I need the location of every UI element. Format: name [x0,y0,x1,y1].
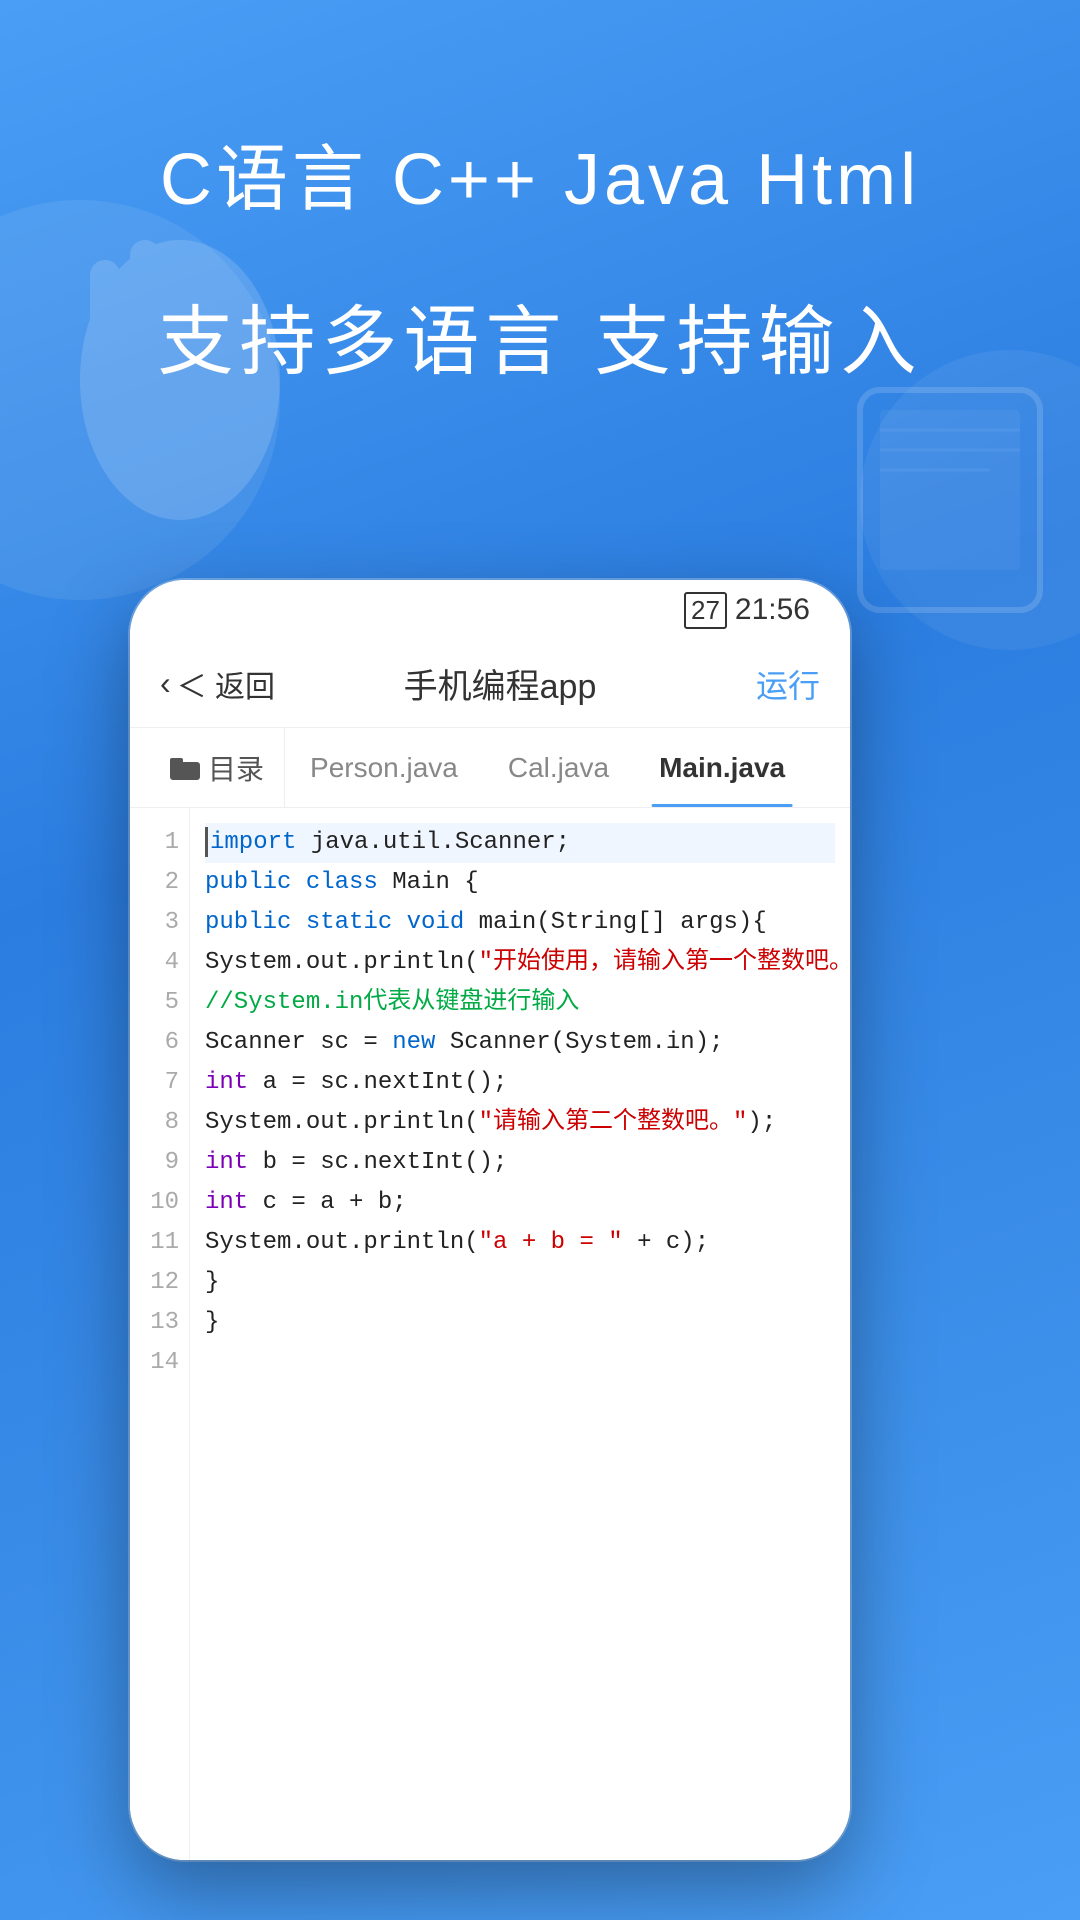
code-line-8: System.out.println("请输入第二个整数吧。"); [205,1103,835,1143]
line-num-9: 9 [130,1143,189,1183]
line-num-1: 1 [130,823,189,863]
token: public [205,869,291,896]
back-label: ＜ 返回 [177,662,275,706]
token: int [205,1069,248,1096]
token: main(String[] args){ [464,909,766,936]
line-numbers: 1 2 3 4 5 6 7 8 9 10 11 12 13 14 [130,808,190,1860]
token [291,869,305,896]
token: class [306,869,378,896]
token: int [205,1189,248,1216]
code-line-6: Scanner sc = new Scanner(System.in); [205,1023,835,1063]
token: Main { [378,869,479,896]
line-num-14: 14 [130,1343,189,1383]
tab-cal-java-label: Cal.java [508,752,609,784]
line-num-13: 13 [130,1303,189,1343]
hero-title: C语言 C++ Java Html [0,120,1080,225]
token: Scanner(System.in); [435,1029,723,1056]
token: public [205,909,291,936]
token: int [205,1149,248,1176]
phone-mockup: 27 21:56 ‹ ＜ 返回 手机编程app 运行 [130,580,850,1860]
token: c = a + b; [248,1189,406,1216]
folder-label: 目录 [208,748,264,788]
tab-person-java[interactable]: Person.java [285,728,483,807]
code-line-10: int c = a + b; [205,1183,835,1223]
token: java.util.Scanner; [296,829,570,856]
battery-level: 27 [691,595,720,625]
token: void [407,909,465,936]
token: import [210,829,296,856]
token: "开始使用，请输入第一个整数吧。" [479,949,850,976]
token: "a + b = " [479,1229,623,1256]
back-button[interactable]: ‹ ＜ 返回 [160,662,280,706]
code-line-5: //System.in代表从键盘进行输入 [205,983,835,1023]
nav-bar: ‹ ＜ 返回 手机编程app 运行 [130,640,850,728]
token: a = sc.nextInt(); [248,1069,507,1096]
token: new [392,1029,435,1056]
line-num-6: 6 [130,1023,189,1063]
phone-frame: 27 21:56 ‹ ＜ 返回 手机编程app 运行 [130,580,850,1860]
token: System.out.println( [205,949,479,976]
line-num-12: 12 [130,1263,189,1303]
line-num-2: 2 [130,863,189,903]
token: "请输入第二个整数吧。" [479,1109,748,1136]
hero-subtitle: 支持多语言 支持输入 [0,280,1080,390]
code-line-3: public static void main(String[] args){ [205,903,835,943]
folder-icon [170,756,200,780]
line-num-7: 7 [130,1063,189,1103]
line-num-4: 4 [130,943,189,983]
token: b = sc.nextInt(); [248,1149,507,1176]
code-line-12: } [205,1263,835,1303]
token: System.out.println( [205,1109,479,1136]
tab-bar: 目录 Person.java Cal.java Main.java [130,728,850,808]
status-icons: 27 21:56 [684,592,810,629]
code-line-1: import java.util.Scanner; [205,823,835,863]
tab-main-java[interactable]: Main.java [634,728,810,807]
battery-indicator: 27 [684,592,727,629]
token [392,909,406,936]
run-button[interactable]: 运行 [720,661,820,707]
code-line-4: System.out.println("开始使用，请输入第一个整数吧。"); [205,943,835,983]
phone-inner: 27 21:56 ‹ ＜ 返回 手机编程app 运行 [130,580,850,1860]
code-line-9: int b = sc.nextInt(); [205,1143,835,1183]
bg-tablet-decoration [850,380,1050,620]
line-num-11: 11 [130,1223,189,1263]
line-num-10: 10 [130,1183,189,1223]
line-num-8: 8 [130,1103,189,1143]
token: System.out.println( [205,1229,479,1256]
tab-cal-java[interactable]: Cal.java [483,728,634,807]
line-num-3: 3 [130,903,189,943]
code-line-13: } [205,1303,835,1343]
clock: 21:56 [735,593,810,627]
back-chevron-icon: ‹ [160,665,171,702]
code-line-7: int a = sc.nextInt(); [205,1063,835,1103]
cursor [205,827,208,857]
token: ); [747,1109,776,1136]
token: Scanner sc = [205,1029,392,1056]
tab-main-java-label: Main.java [659,752,785,784]
code-line-11: System.out.println("a + b = " + c); [205,1223,835,1263]
code-line-2: public class Main { [205,863,835,903]
token: + c); [623,1229,709,1256]
token: } [205,1269,219,1296]
token: } [205,1309,219,1336]
line-num-5: 5 [130,983,189,1023]
code-editor: 1 2 3 4 5 6 7 8 9 10 11 12 13 14 [130,808,850,1860]
tab-folder[interactable]: 目录 [150,728,285,807]
bg-circle-right [860,350,1080,650]
code-content[interactable]: import java.util.Scanner; public class M… [190,808,850,1860]
nav-title: 手机编程app [280,659,720,708]
code-line-14 [205,1343,835,1383]
token [291,909,305,936]
status-bar: 27 21:56 [130,580,850,640]
bg-circle-left [0,200,280,600]
token: //System.in代表从键盘进行输入 [205,989,579,1016]
tab-person-java-label: Person.java [310,752,458,784]
token: static [306,909,392,936]
